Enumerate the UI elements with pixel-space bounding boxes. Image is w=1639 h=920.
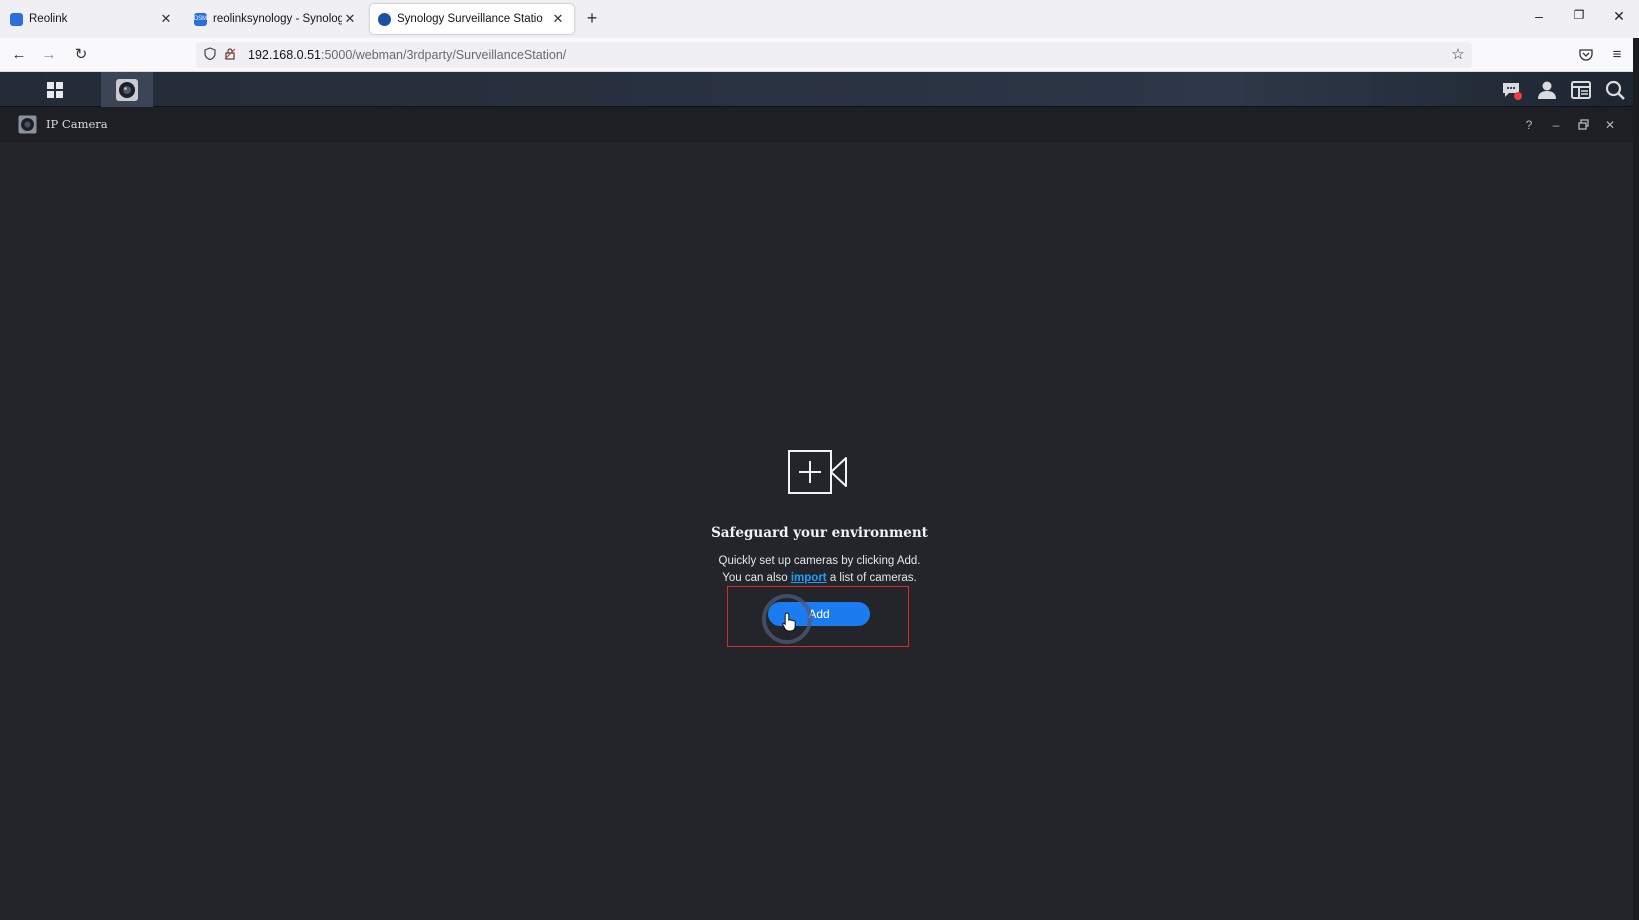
widgets-button[interactable] — [1569, 78, 1593, 102]
notifications-button[interactable] — [1500, 78, 1524, 102]
search-icon — [1605, 80, 1625, 100]
widgets-icon — [1571, 81, 1591, 99]
tab-reolink[interactable]: Reolink ✕ — [2, 4, 182, 34]
close-icon[interactable]: ✕ — [158, 11, 174, 27]
star-icon[interactable]: ☆ — [1447, 44, 1469, 66]
pocket-icon[interactable] — [1575, 44, 1597, 66]
minimize-app-icon[interactable]: – — [1546, 115, 1566, 135]
tab-title: reolinksynology - Synology N — [213, 13, 342, 25]
shield-icon[interactable] — [200, 47, 220, 63]
empty-state-line-1: Quickly set up cameras by clicking Add. — [718, 555, 921, 567]
page-scrollbar[interactable] — [1633, 38, 1639, 920]
url-host: 192.168.0.51 — [248, 48, 321, 62]
tab-title: Synology Surveillance Statio — [397, 13, 543, 25]
line-2-suffix: a list of cameras. — [826, 572, 917, 584]
user-button[interactable] — [1535, 78, 1559, 102]
help-button[interactable]: ? — [1519, 115, 1539, 135]
empty-state-line-2: You can also import a list of cameras. — [0, 572, 1639, 584]
forward-icon[interactable]: → — [38, 44, 60, 66]
tab-surveillance-station[interactable]: Synology Surveillance Statio ✕ — [370, 4, 574, 34]
camera-lens-icon — [116, 78, 138, 101]
import-link[interactable]: import — [791, 572, 827, 584]
url-path: :5000/webman/3rdparty/SurveillanceStatio… — [321, 48, 567, 62]
user-icon — [1538, 81, 1556, 99]
empty-state-heading: Safeguard your environment — [711, 525, 928, 541]
maximize-app-icon[interactable] — [1573, 115, 1593, 135]
chat-notification-icon — [1503, 83, 1522, 100]
restore-window-icon[interactable]: ❐ — [1564, 8, 1594, 22]
browser-tab-strip: Reolink ✕ DSM reolinksynology - Synology… — [0, 0, 1639, 38]
close-icon[interactable]: ✕ — [550, 11, 566, 27]
dsm-favicon-icon: DSM — [194, 12, 207, 26]
tab-reolinksynology[interactable]: DSM reolinksynology - Synology N ✕ — [186, 4, 366, 34]
close-window-icon[interactable]: ✕ — [1604, 8, 1634, 25]
search-button[interactable] — [1603, 78, 1627, 102]
main-menu-button[interactable] — [29, 72, 81, 107]
surveillance-favicon-icon — [378, 12, 391, 26]
hand-cursor-icon — [782, 612, 796, 632]
line-2-prefix: You can also — [722, 572, 791, 584]
hamburger-icon[interactable]: ≡ — [1606, 44, 1628, 66]
reolink-favicon-icon — [10, 12, 23, 26]
ip-camera-content-area: Safeguard your environment Quickly set u… — [0, 142, 1639, 920]
back-icon[interactable]: ← — [8, 44, 30, 66]
surveillance-station-taskbar-button[interactable] — [101, 72, 153, 107]
camera-lens-icon — [18, 115, 37, 134]
camera-plus-icon — [788, 450, 847, 494]
reload-icon[interactable]: ↻ — [70, 44, 92, 66]
app-window-titlebar: IP Camera ? – ✕ — [0, 107, 1639, 142]
new-tab-button[interactable]: + — [580, 8, 604, 29]
url-bar[interactable]: 192.168.0.51:5000/webman/3rdparty/Survei… — [196, 42, 1472, 68]
tab-title: Reolink — [29, 13, 68, 25]
minimize-window-icon[interactable]: – — [1524, 8, 1554, 24]
close-icon[interactable]: ✕ — [342, 11, 358, 27]
window-title: IP Camera — [46, 117, 108, 131]
dsm-taskbar — [0, 72, 1639, 107]
close-app-icon[interactable]: ✕ — [1600, 115, 1620, 135]
navigation-toolbar: ← → ↻ 192.168.0.51:5000/webman/3rdparty/… — [0, 38, 1639, 72]
lock-icon[interactable] — [220, 47, 240, 63]
grid-icon — [47, 81, 63, 98]
